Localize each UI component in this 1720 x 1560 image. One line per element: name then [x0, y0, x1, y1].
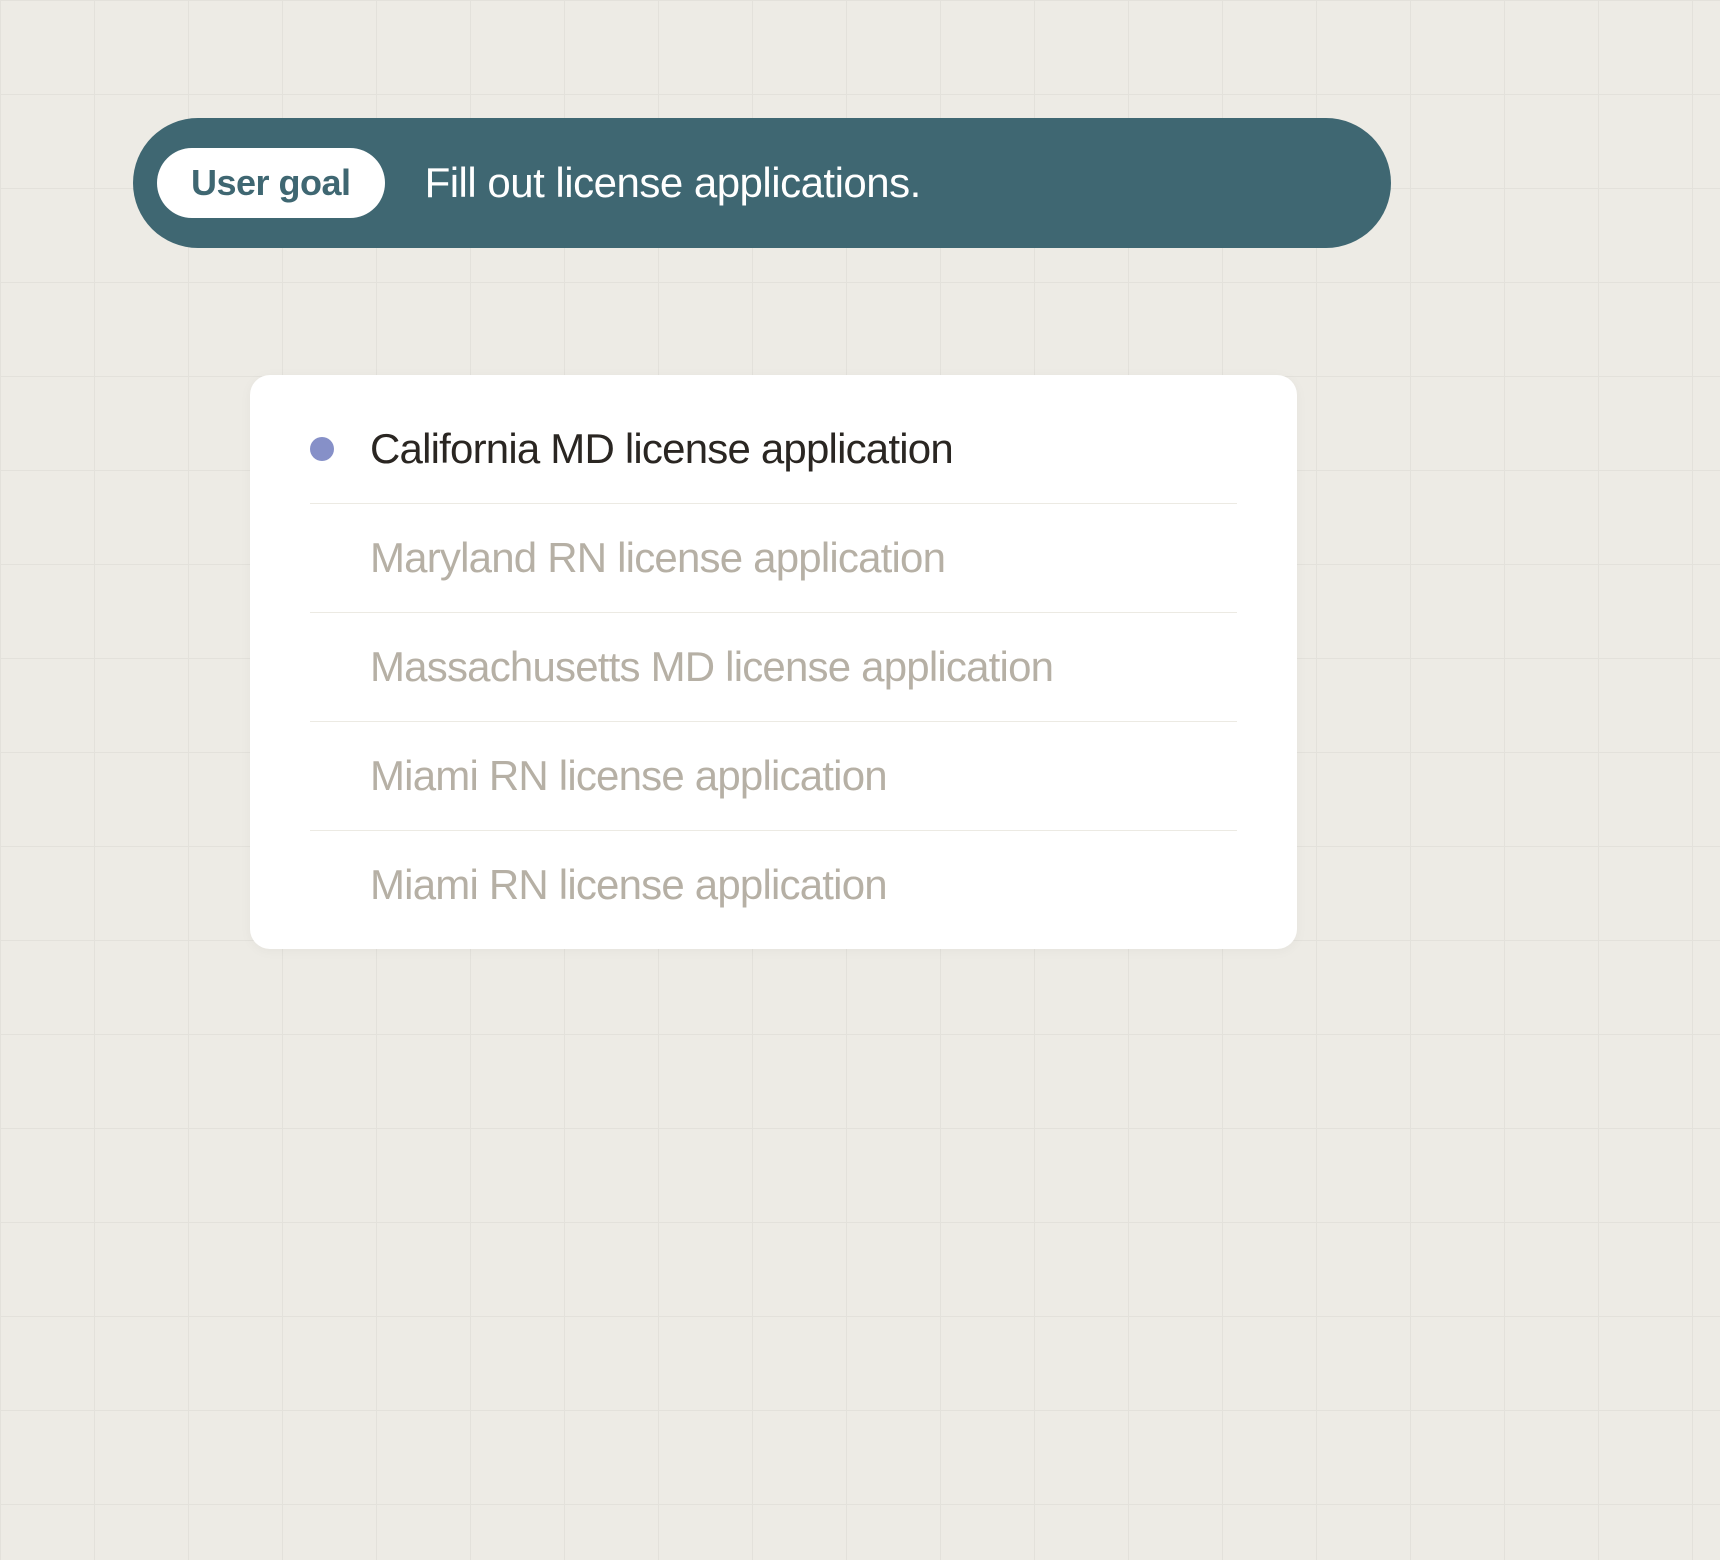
list-item[interactable]: Maryland RN license application [310, 503, 1237, 612]
bullet-spacer [310, 764, 334, 788]
list-item-label: California MD license application [370, 425, 953, 473]
active-bullet-icon [310, 437, 334, 461]
list-item-label: Massachusetts MD license application [370, 643, 1053, 691]
application-list-card: California MD license application Maryla… [250, 375, 1297, 949]
list-item-label: Miami RN license application [370, 861, 887, 909]
user-goal-badge: User goal [157, 148, 385, 218]
bullet-spacer [310, 546, 334, 570]
user-goal-bar: User goal Fill out license applications. [133, 118, 1391, 248]
list-item-label: Miami RN license application [370, 752, 887, 800]
user-goal-badge-label: User goal [191, 162, 351, 203]
list-item[interactable]: Miami RN license application [310, 830, 1237, 909]
bullet-spacer [310, 873, 334, 897]
list-item[interactable]: Massachusetts MD license application [310, 612, 1237, 721]
list-item[interactable]: California MD license application [310, 425, 1237, 503]
user-goal-text: Fill out license applications. [425, 159, 921, 207]
bullet-spacer [310, 655, 334, 679]
list-item[interactable]: Miami RN license application [310, 721, 1237, 830]
list-item-label: Maryland RN license application [370, 534, 945, 582]
